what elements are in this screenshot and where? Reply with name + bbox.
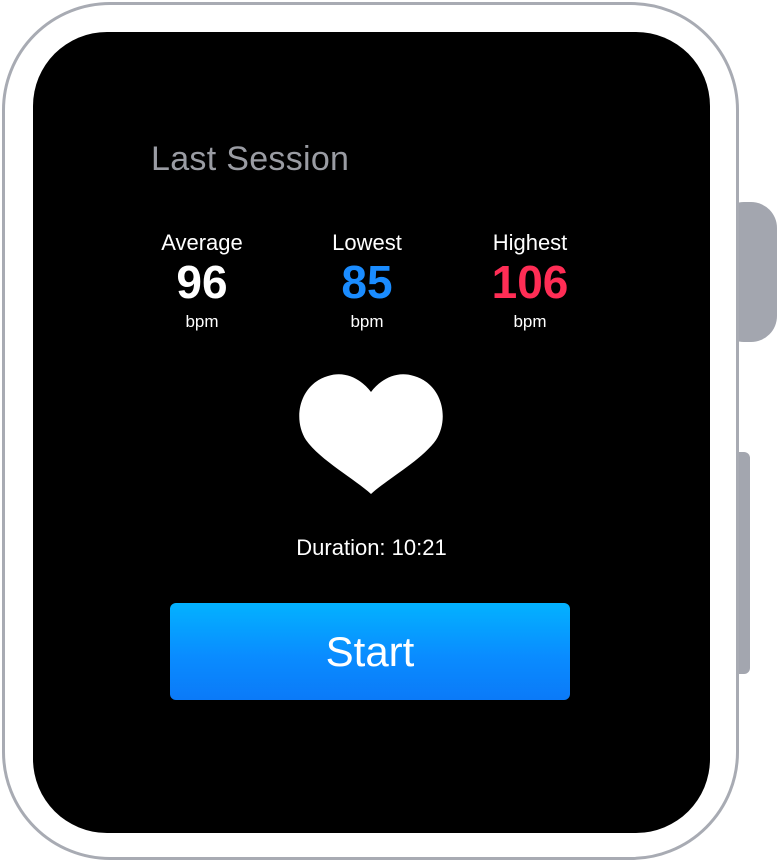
stat-average-unit: bpm [185, 312, 219, 331]
stat-average: Average 96 bpm [117, 230, 287, 333]
stat-highest-value: 106 [491, 256, 569, 308]
stat-lowest-label: Lowest [332, 230, 402, 255]
heart-icon [299, 374, 443, 494]
stat-highest-label: Highest [492, 230, 568, 255]
watch-mockup: Last Session Average 96 bpm Lowest 85 bp… [0, 0, 778, 864]
stat-highest: Highest 106 bpm [445, 230, 615, 333]
duration-text: Duration: 10:21 [296, 535, 447, 560]
page-title: Last Session [151, 140, 350, 178]
stat-lowest-value: 85 [341, 256, 393, 308]
stat-average-value: 96 [176, 256, 228, 308]
stat-average-label: Average [161, 230, 243, 255]
start-button[interactable]: Start [170, 603, 570, 700]
stat-highest-unit: bpm [513, 312, 547, 331]
stat-lowest-unit: bpm [350, 312, 384, 331]
stat-lowest: Lowest 85 bpm [282, 230, 452, 333]
watch-screen: Last Session Average 96 bpm Lowest 85 bp… [33, 32, 710, 833]
